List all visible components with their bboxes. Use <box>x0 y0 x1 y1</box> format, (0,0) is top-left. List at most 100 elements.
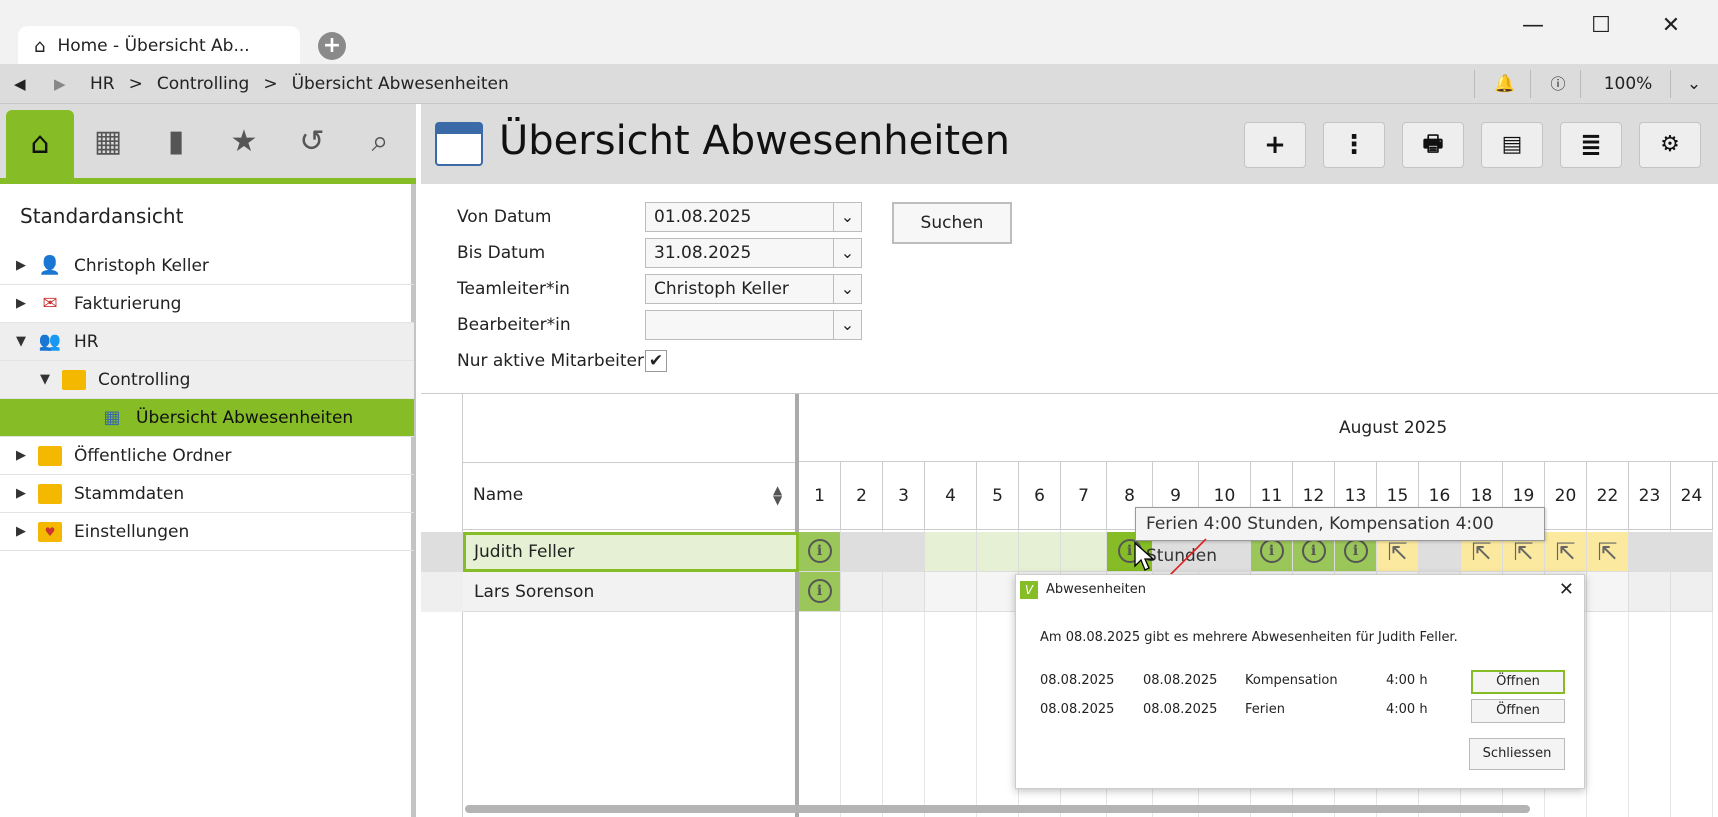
absence-to: 08.08.2025 <box>1143 702 1218 717</box>
tab-title: Home - Übersicht Ab... <box>57 36 250 56</box>
info-icon[interactable]: i <box>1301 539 1326 563</box>
tree-item-controlling[interactable]: ▼ Controlling <box>0 361 414 399</box>
chevron-down-icon[interactable]: ⌄ <box>833 239 861 267</box>
day-cell[interactable] <box>1629 532 1671 572</box>
sidebar: ⌂ ▦ ▮ ★ ↺ ⌕ Standardansicht ▶ 👤 Christop… <box>0 104 416 817</box>
day-cell[interactable] <box>841 572 883 612</box>
print-button[interactable]: 🖶 <box>1402 122 1464 168</box>
von-datum-value: 01.08.2025 <box>654 207 752 227</box>
close-icon[interactable]: ✕ <box>1559 575 1574 605</box>
collapse-icon[interactable]: ▼ <box>14 334 28 349</box>
breadcrumb-hr[interactable]: HR <box>90 64 115 104</box>
history-icon[interactable]: ↺ <box>278 104 346 178</box>
tree-item-oeffentliche-ordner[interactable]: ▶ Öffentliche Ordner <box>0 437 414 475</box>
day-header-1: 1 <box>799 462 841 530</box>
day-cell[interactable] <box>925 572 977 612</box>
sort-icon[interactable]: ▲ ▼ <box>773 484 782 506</box>
bis-datum-field[interactable]: 31.08.2025 ⌄ <box>645 238 862 268</box>
info-icon[interactable]: i <box>1259 539 1284 563</box>
day-header-20: 20 <box>1545 462 1587 530</box>
more-options-button[interactable]: ⋮ <box>1323 122 1385 168</box>
tree-item-fakturierung[interactable]: ▶ ✉ Fakturierung <box>0 285 414 323</box>
horizontal-scrollbar[interactable] <box>465 805 1530 813</box>
breadcrumb-controlling[interactable]: Controlling <box>157 64 249 104</box>
breadcrumb-separator: > <box>128 74 143 94</box>
chevron-down-icon[interactable]: ⌄ <box>833 203 861 231</box>
export-button[interactable]: ▤ <box>1481 122 1543 168</box>
open-external-icon[interactable]: ⇱ <box>1587 532 1628 572</box>
close-dialog-button[interactable]: Schliessen <box>1469 738 1565 770</box>
absence-hours: 4:00 h <box>1386 702 1428 717</box>
day-header-23: 23 <box>1629 462 1671 530</box>
alert-icon[interactable]: ⓘ <box>1536 64 1580 104</box>
divider <box>1530 70 1531 98</box>
von-datum-field[interactable]: 01.08.2025 ⌄ <box>645 202 862 232</box>
nur-aktive-checkbox[interactable]: ✔ <box>645 350 667 372</box>
bis-datum-label: Bis Datum <box>457 243 546 263</box>
day-cell[interactable] <box>1061 532 1107 572</box>
new-tab-button[interactable]: + <box>318 32 346 60</box>
row-name-lars-sorenson[interactable]: Lars Sorenson <box>463 572 795 612</box>
expand-icon[interactable]: ▶ <box>14 258 28 273</box>
bar-chart-icon[interactable]: ▮ <box>142 104 210 178</box>
info-icon[interactable]: i <box>1343 539 1368 563</box>
bearbeiter-select[interactable]: ⌄ <box>645 310 862 340</box>
tree-item-stammdaten[interactable]: ▶ Stammdaten <box>0 475 414 513</box>
absences-dialog: Abwesenheiten V ✕ Am 08.08.2025 gibt es … <box>1015 574 1585 789</box>
day-cell[interactable] <box>925 532 977 572</box>
day-cell[interactable] <box>977 572 1019 612</box>
tree-item-christoph-keller[interactable]: ▶ 👤 Christoph Keller <box>0 247 414 285</box>
day-cell[interactable] <box>883 532 925 572</box>
open-external-icon[interactable]: ⇱ <box>1545 532 1586 572</box>
day-cell[interactable]: ⇱ <box>1545 532 1587 572</box>
chevron-down-icon[interactable]: ⌄ <box>1676 64 1712 104</box>
minimize-button[interactable]: — <box>1506 8 1560 44</box>
calendar-icon[interactable]: ▦ <box>74 104 142 178</box>
absence-type: Kompensation <box>1245 673 1338 688</box>
info-icon[interactable]: i <box>807 539 832 563</box>
search-button[interactable]: Suchen <box>892 202 1012 244</box>
day-cell[interactable]: i <box>799 572 841 612</box>
tree-item-hr[interactable]: ▼ 👥 HR <box>0 323 414 361</box>
day-cell[interactable] <box>883 572 925 612</box>
chevron-down-icon[interactable]: ⌄ <box>833 275 861 303</box>
zoom-level[interactable]: 100% <box>1588 64 1668 104</box>
collapse-icon[interactable]: ▼ <box>38 372 52 387</box>
expand-icon[interactable]: ▶ <box>14 448 28 463</box>
day-cell[interactable]: ⇱ <box>1587 532 1629 572</box>
tree-item-uebersicht-abwesenheiten[interactable]: ▦ Übersicht Abwesenheiten <box>0 399 414 437</box>
day-cell[interactable] <box>1629 572 1671 612</box>
settings-button[interactable]: ⚙ <box>1639 122 1701 168</box>
info-icon[interactable]: i <box>807 579 832 603</box>
day-cell[interactable] <box>1671 572 1713 612</box>
search-icon[interactable]: ⌕ <box>346 104 414 178</box>
teamleiter-select[interactable]: Christoph Keller ⌄ <box>645 274 862 304</box>
tree-item-einstellungen[interactable]: ▶ ♥ Einstellungen <box>0 513 414 551</box>
bell-icon[interactable]: 🔔 <box>1480 64 1530 104</box>
name-header-cell[interactable]: Name ▲ ▼ <box>463 462 795 530</box>
chevron-down-icon[interactable]: ⌄ <box>833 311 861 339</box>
day-cell[interactable] <box>977 532 1019 572</box>
day-cell[interactable] <box>1587 572 1629 612</box>
forward-arrow-icon[interactable]: ▶ <box>54 64 66 104</box>
back-arrow-icon[interactable]: ◀ <box>14 64 26 104</box>
expand-icon[interactable]: ▶ <box>14 296 28 311</box>
open-ferien-button[interactable]: Öffnen <box>1471 699 1565 723</box>
expand-icon[interactable]: ▶ <box>14 486 28 501</box>
browser-tab[interactable]: ⌂ Home - Übersicht Ab... <box>18 26 300 66</box>
day-cell[interactable] <box>1671 532 1713 572</box>
expand-icon[interactable]: ▶ <box>14 524 28 539</box>
home-icon[interactable]: ⌂ <box>6 110 74 178</box>
day-cell[interactable]: i <box>799 532 841 572</box>
maximize-button[interactable]: ☐ <box>1574 8 1628 44</box>
day-cell[interactable] <box>1019 532 1061 572</box>
sort-options-button[interactable]: ≣ <box>1560 122 1622 168</box>
day-cell[interactable] <box>841 532 883 572</box>
add-button[interactable]: + <box>1244 122 1306 168</box>
dialog-message: Am 08.08.2025 gibt es mehrere Abwesenhei… <box>1040 630 1458 645</box>
row-name-judith-feller[interactable]: Judith Feller <box>463 532 799 572</box>
open-kompensation-button[interactable]: Öffnen <box>1471 670 1565 694</box>
close-button[interactable]: ✕ <box>1644 8 1698 44</box>
star-icon[interactable]: ★ <box>210 104 278 178</box>
tree-item-label: Einstellungen <box>74 521 190 542</box>
